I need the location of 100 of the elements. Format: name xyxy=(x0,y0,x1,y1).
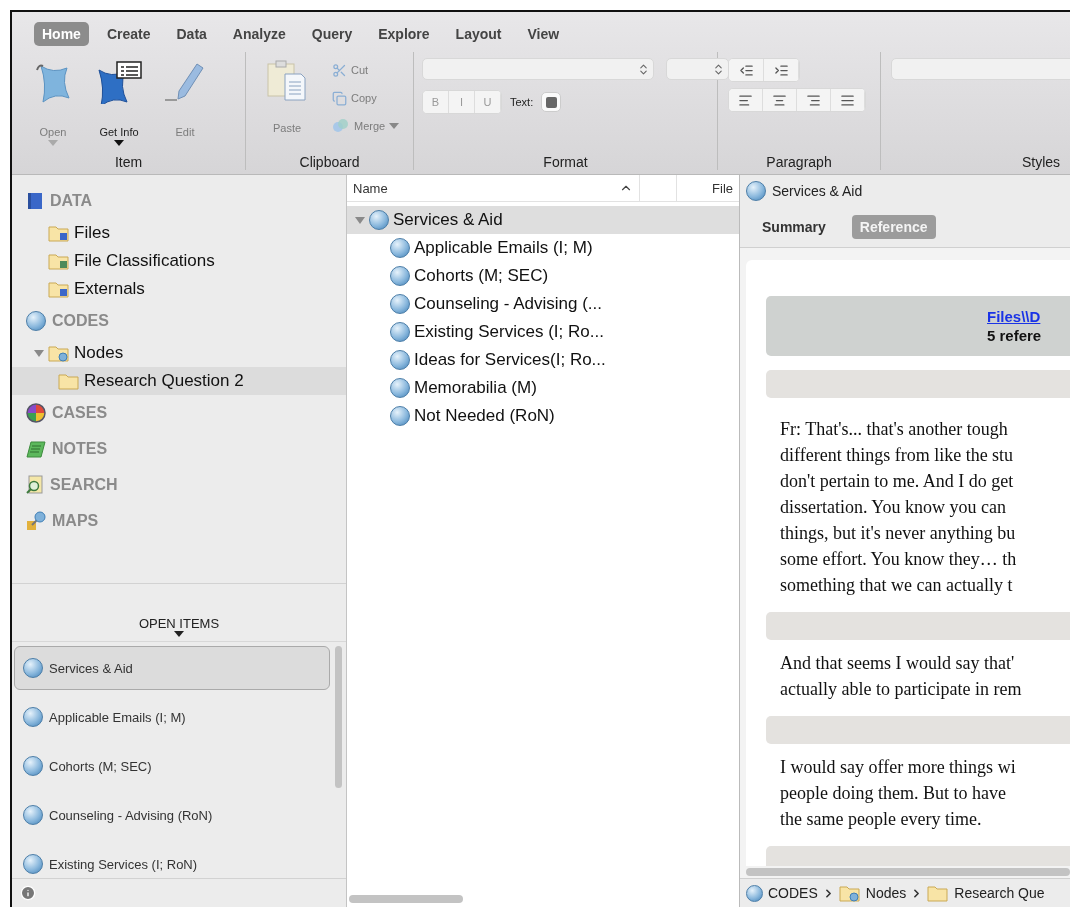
open-item[interactable]: Applicable Emails (I; M) xyxy=(14,695,330,739)
search-icon xyxy=(26,475,44,495)
passage-line: people doing them. But to have xyxy=(780,782,1007,805)
align-left-icon xyxy=(738,92,753,108)
file-link[interactable]: Files\\D xyxy=(987,308,1070,325)
updown-icon xyxy=(637,62,650,76)
ribbon-tab[interactable]: View xyxy=(519,22,568,46)
passage-line: the same people every time. xyxy=(780,808,983,831)
passage-line: Fr: That's... that's another tough xyxy=(780,418,1009,441)
scrollbar-thumb[interactable] xyxy=(349,895,463,903)
align-left-button[interactable] xyxy=(729,89,763,111)
sphere-icon xyxy=(390,378,410,398)
column-header[interactable]: File xyxy=(712,180,733,196)
folder-icon xyxy=(48,280,70,298)
breadcrumb-link[interactable]: Nodes xyxy=(838,884,907,902)
folder-icon xyxy=(927,884,950,902)
caret-icon xyxy=(48,140,58,146)
passage-line: And that seems I would say that' xyxy=(780,652,1016,675)
passage-line: something that we can actually t xyxy=(780,574,1014,597)
align-right-icon xyxy=(806,92,821,108)
folder-icon xyxy=(48,252,70,270)
color-swatch-button[interactable] xyxy=(541,92,562,112)
open-item[interactable]: Services & Aid xyxy=(14,646,330,690)
sphere-icon xyxy=(23,805,43,825)
breadcrumb-link[interactable]: CODES xyxy=(746,884,818,902)
passage-line: don't pertain to me. And I do get xyxy=(780,470,1015,493)
updown-icon xyxy=(712,62,725,76)
open-items-heading[interactable]: OPEN ITEMS xyxy=(138,616,220,631)
sidebar-item[interactable]: File Classifications xyxy=(12,247,346,275)
sphere-icon xyxy=(746,181,766,201)
sphere-icon xyxy=(390,350,410,370)
breadcrumb-link[interactable]: Research Que xyxy=(927,884,1045,902)
align-center-icon xyxy=(772,92,787,108)
sphere-icon xyxy=(390,266,410,286)
sidebar-item[interactable]: Files xyxy=(12,219,346,247)
folder-icon xyxy=(838,884,861,902)
list-row[interactable]: Not Needed (RoN) xyxy=(347,402,739,430)
sphere-icon xyxy=(369,210,389,230)
sphere-icon xyxy=(26,311,46,331)
sphere-icon xyxy=(746,884,763,902)
caret-icon xyxy=(174,631,184,637)
sphere-icon xyxy=(23,756,43,776)
disclosure-triangle-icon[interactable] xyxy=(34,348,44,358)
sphere-icon xyxy=(390,322,410,342)
disclosure-triangle-icon[interactable] xyxy=(355,215,365,225)
ribbon-button[interactable]: Get Info xyxy=(88,60,150,146)
sphere-icon xyxy=(390,238,410,258)
open-item[interactable]: Cohorts (M; SEC) xyxy=(14,744,330,788)
open-item[interactable]: Existing Services (I; RoN) xyxy=(14,842,330,886)
group-label: Clipboard xyxy=(298,154,361,170)
passage-line: I would say offer more things wi xyxy=(780,756,1017,779)
info-icon[interactable] xyxy=(20,885,36,901)
list-row[interactable]: Counseling - Advising (... xyxy=(347,290,739,318)
folder-icon xyxy=(58,372,80,390)
list-row[interactable]: Cohorts (M; SEC) xyxy=(347,262,739,290)
open-item[interactable]: Counseling - Advising (RoN) xyxy=(14,793,330,837)
justify-icon xyxy=(840,92,855,108)
passage-line: things, but it's never anything bu xyxy=(780,522,1017,545)
caret-icon xyxy=(389,123,400,129)
clipboard-icon xyxy=(265,58,309,102)
ribbon-tab[interactable]: Query xyxy=(303,22,361,46)
sphere-icon xyxy=(23,854,43,874)
sidebar-item[interactable]: Externals xyxy=(12,275,346,303)
scissors-icon xyxy=(332,62,347,78)
sphere-icon xyxy=(23,658,43,678)
scrollbar-thumb[interactable] xyxy=(746,868,1070,876)
passage-line: actually able to participate in rem xyxy=(780,678,1023,701)
detail-title: Services & Aid xyxy=(772,183,863,199)
folder-icon xyxy=(48,224,70,242)
notepad-icon xyxy=(26,440,46,458)
sphere-icon xyxy=(390,406,410,426)
list-row[interactable]: Applicable Emails (I; M) xyxy=(347,234,739,262)
reference-count: 5 refere xyxy=(987,327,1043,344)
outdent-button[interactable] xyxy=(729,59,764,81)
list-row[interactable]: Ideas for Services(I; Ro... xyxy=(347,346,739,374)
detail-tab[interactable]: Summary xyxy=(754,215,834,239)
outdent-icon xyxy=(738,62,754,78)
ribbon-tab[interactable]: Explore xyxy=(370,22,438,46)
ribbon-tab[interactable]: Data xyxy=(168,22,215,46)
group-label: Paragraph xyxy=(765,154,833,170)
segmented-circle-icon xyxy=(26,403,46,423)
list-row[interactable]: Existing Services (I; Ro... xyxy=(347,318,739,346)
passage-line: dissertation. You know you can xyxy=(780,496,1007,519)
sphere-icon xyxy=(23,707,43,727)
folder-icon xyxy=(48,344,70,362)
info-card-icon xyxy=(95,60,143,104)
caret-icon xyxy=(114,140,124,146)
ribbon-tab[interactable]: Layout xyxy=(447,22,510,46)
list-row[interactable]: Memorabilia (M) xyxy=(347,374,739,402)
ribbon-tab[interactable]: Analyze xyxy=(224,22,294,46)
ribbon-tab[interactable]: Create xyxy=(98,22,159,46)
list-row[interactable]: Services & Aid xyxy=(347,206,739,234)
column-header[interactable]: Name xyxy=(353,180,388,196)
scrollbar-thumb[interactable] xyxy=(334,646,342,788)
copy-icon xyxy=(332,90,347,106)
sphere-icon xyxy=(390,294,410,314)
indent-icon xyxy=(773,62,789,78)
sidebar-item[interactable]: Research Question 2 xyxy=(12,367,346,395)
sidebar-item[interactable]: Nodes xyxy=(12,339,346,367)
book-icon xyxy=(26,192,44,210)
